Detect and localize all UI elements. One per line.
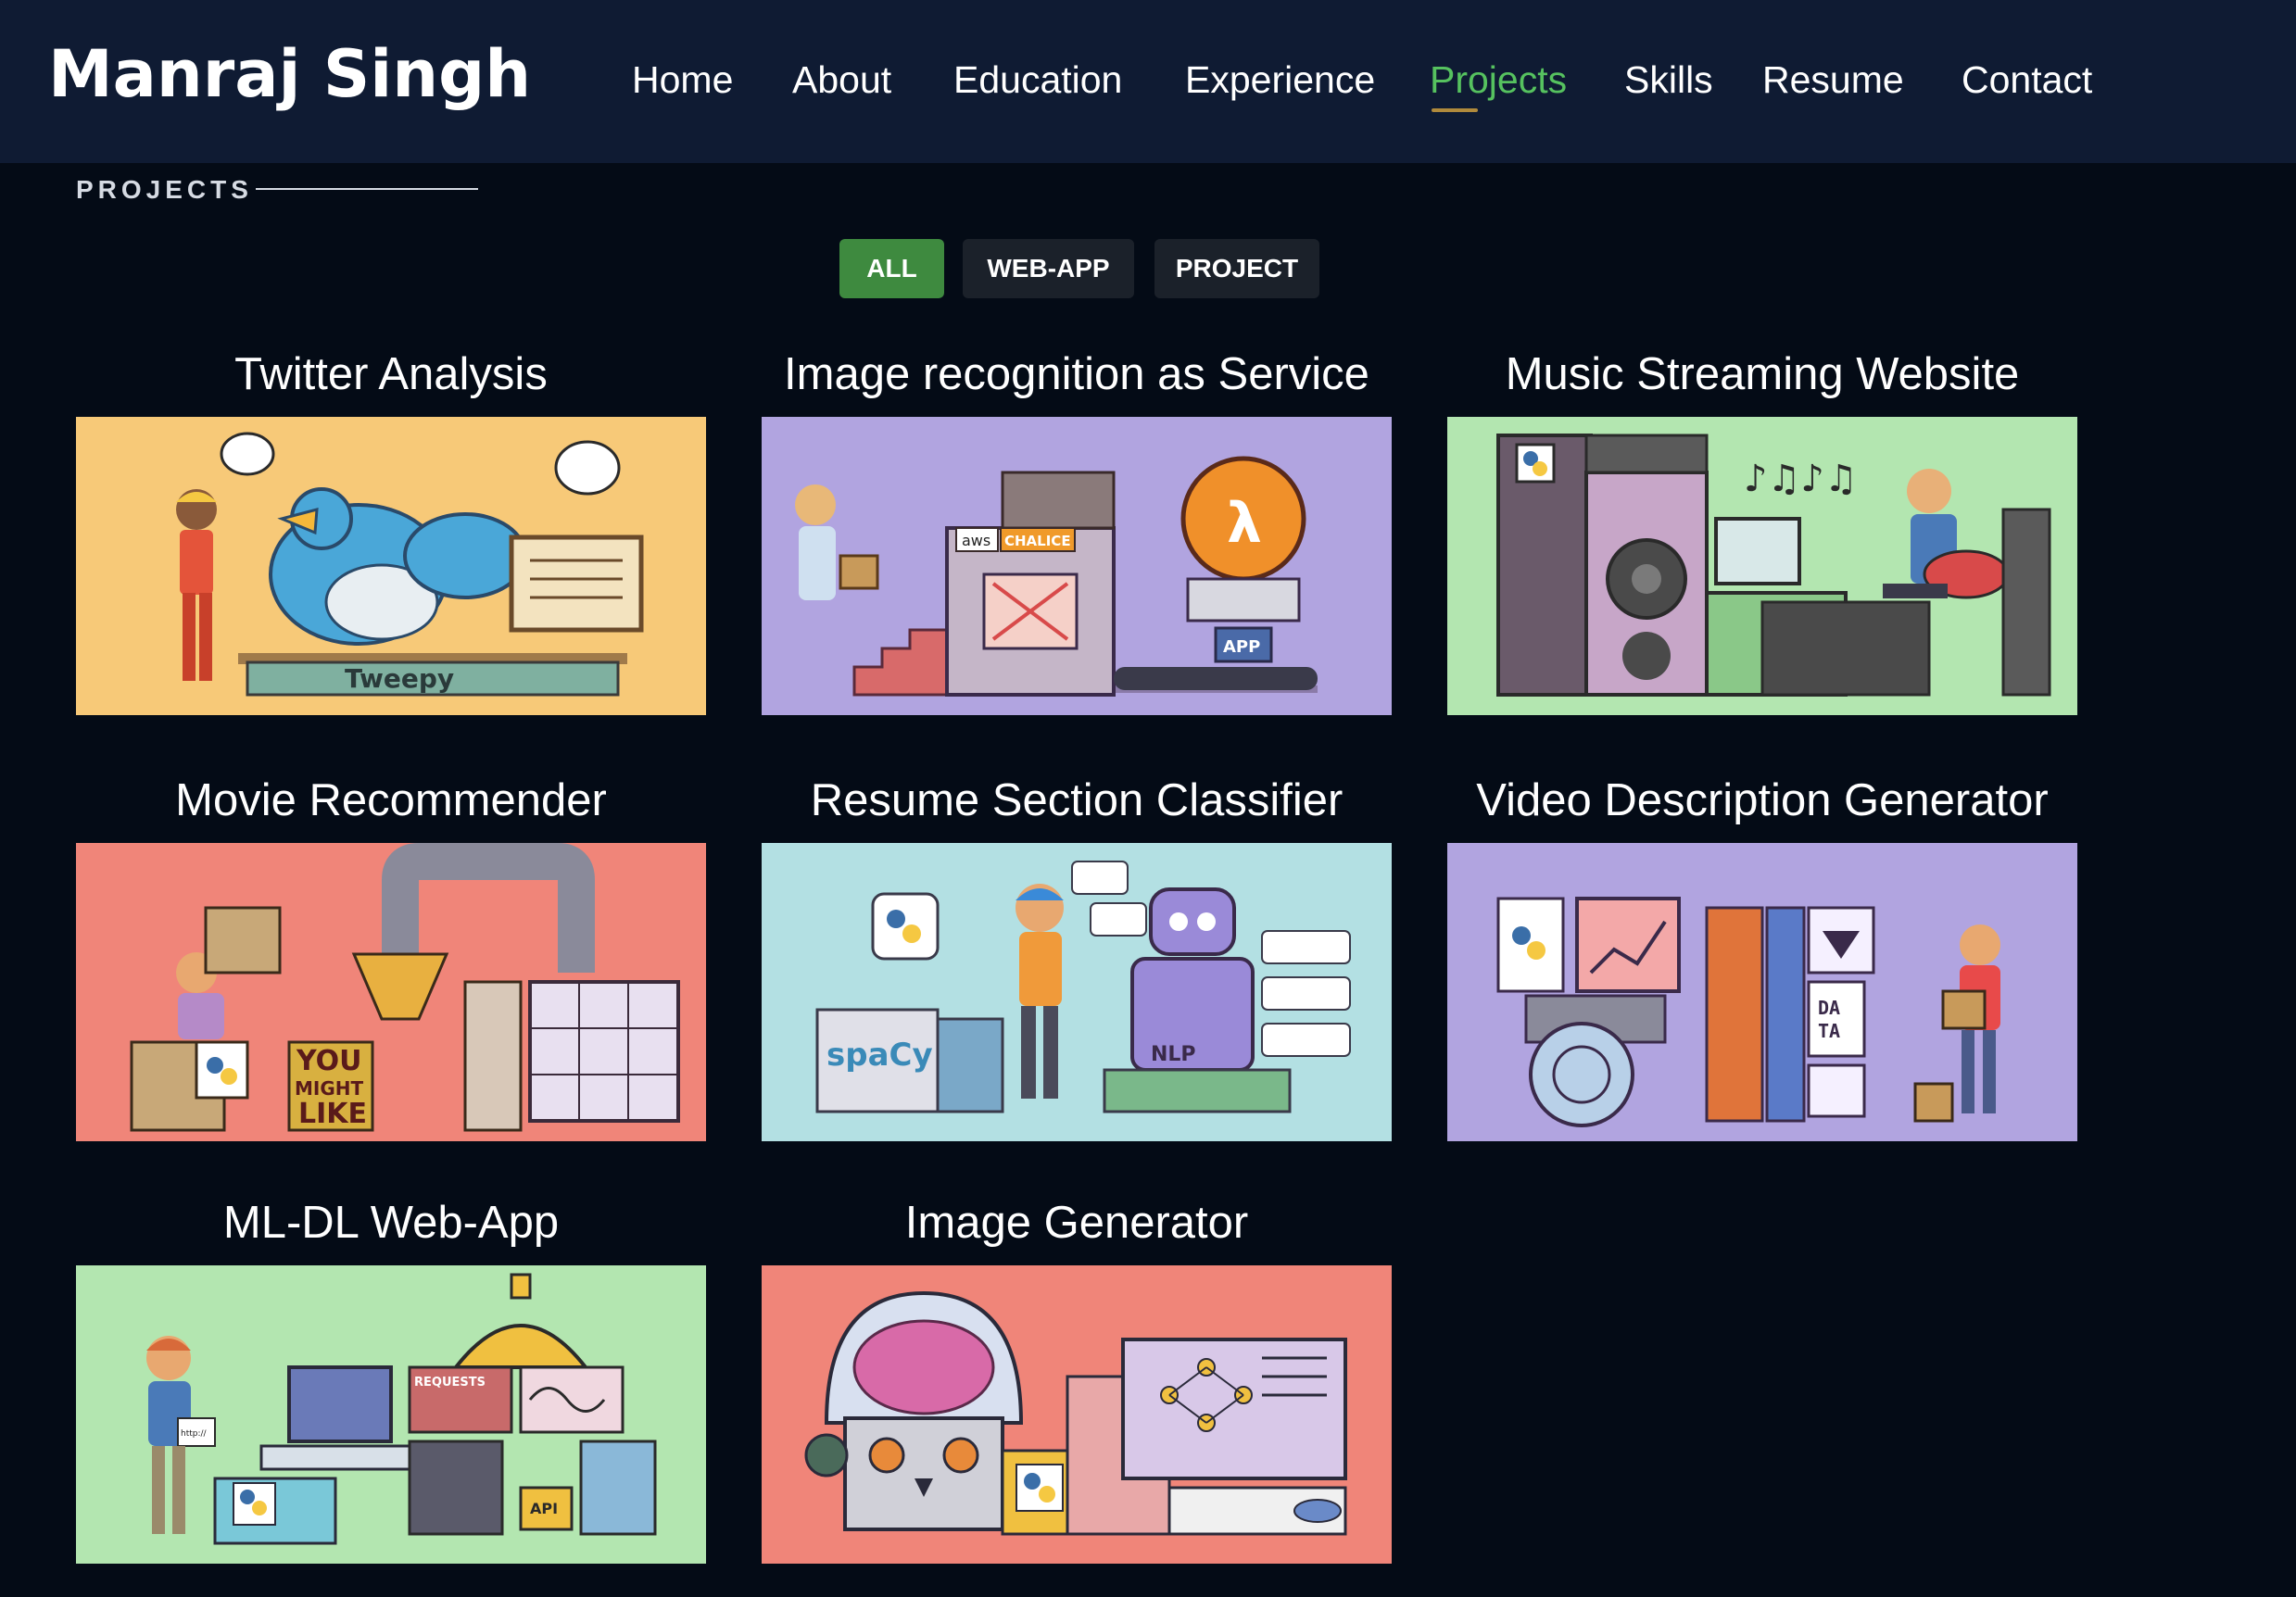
image-label: REQUESTS bbox=[414, 1376, 486, 1390]
video-data-illustration: DA TA bbox=[1447, 843, 2077, 1141]
image-label: CHALICE bbox=[1004, 533, 1071, 549]
project-image-image-generator[interactable] bbox=[762, 1265, 1392, 1564]
svg-text:♪♫♪♫: ♪♫♪♫ bbox=[1744, 458, 1858, 500]
nav-contact[interactable]: Contact bbox=[1962, 52, 2092, 107]
section-divider bbox=[256, 188, 478, 190]
music-speakers-illustration: ♪♫♪♫ bbox=[1447, 417, 2077, 715]
aws-lambda-illustration: aws CHALICE λ APP bbox=[762, 417, 1392, 715]
project-image-twitter-analysis[interactable]: Tweepy bbox=[76, 417, 706, 715]
filter-project-button[interactable]: PROJECT bbox=[1154, 239, 1319, 298]
project-title[interactable]: Image Generator bbox=[762, 1195, 1392, 1251]
project-image-ml-dl-web-app[interactable]: http:// REQUESTS API bbox=[76, 1265, 706, 1564]
project-image-image-recognition[interactable]: aws CHALICE λ APP bbox=[762, 417, 1392, 715]
nav-experience[interactable]: Experience bbox=[1185, 52, 1375, 107]
nav-skills[interactable]: Skills bbox=[1624, 52, 1713, 107]
project-title[interactable]: Image recognition as Service bbox=[762, 346, 1392, 402]
nav-resume[interactable]: Resume bbox=[1762, 52, 1904, 107]
twitter-bird-illustration: Tweepy bbox=[76, 417, 706, 715]
project-title[interactable]: ML-DL Web-App bbox=[76, 1195, 706, 1251]
image-label: YOU bbox=[296, 1045, 362, 1077]
image-label: LIKE bbox=[298, 1098, 367, 1130]
image-label: aws bbox=[962, 532, 990, 549]
image-label: http:// bbox=[181, 1429, 208, 1439]
project-image-movie-recommender[interactable]: YOU MIGHT LIKE bbox=[76, 843, 706, 1141]
project-title[interactable]: Movie Recommender bbox=[76, 773, 706, 828]
movie-machine-illustration: YOU MIGHT LIKE bbox=[76, 843, 706, 1141]
image-label: DA bbox=[1818, 997, 1840, 1019]
active-nav-indicator bbox=[1432, 108, 1478, 112]
project-title[interactable]: Twitter Analysis bbox=[76, 346, 706, 402]
filter-all-button[interactable]: ALL bbox=[839, 239, 944, 298]
image-label: MIGHT bbox=[295, 1077, 363, 1100]
nav-education[interactable]: Education bbox=[953, 52, 1122, 107]
site-header: Manraj Singh Home About Education Experi… bbox=[0, 0, 2296, 163]
nav-about[interactable]: About bbox=[792, 52, 891, 107]
site-logo[interactable]: Manraj Singh bbox=[48, 28, 531, 120]
filter-web-app-button[interactable]: WEB-APP bbox=[963, 239, 1134, 298]
nav-projects[interactable]: Projects bbox=[1430, 52, 1567, 107]
nav-home[interactable]: Home bbox=[632, 52, 733, 107]
project-image-music-streaming[interactable]: ♪♫♪♫ bbox=[1447, 417, 2077, 715]
image-label: λ bbox=[1227, 491, 1262, 556]
project-image-resume-classifier[interactable]: spaCy NLP bbox=[762, 843, 1392, 1141]
image-label: API bbox=[530, 1500, 558, 1517]
image-label: spaCy bbox=[826, 1037, 933, 1074]
section-label: PROJECTS bbox=[76, 175, 253, 204]
project-title[interactable]: Video Description Generator bbox=[1447, 773, 2077, 828]
project-title[interactable]: Music Streaming Website bbox=[1447, 346, 2077, 402]
project-image-video-description[interactable]: DA TA bbox=[1447, 843, 2077, 1141]
nlp-robot-illustration: spaCy NLP bbox=[762, 843, 1392, 1141]
web-app-illustration: http:// REQUESTS API bbox=[76, 1265, 706, 1564]
image-label: NLP bbox=[1151, 1043, 1196, 1066]
image-label: Tweepy bbox=[345, 663, 454, 694]
image-label: TA bbox=[1818, 1020, 1840, 1042]
project-title[interactable]: Resume Section Classifier bbox=[762, 773, 1392, 828]
image-label: APP bbox=[1223, 637, 1260, 657]
brain-robot-illustration bbox=[762, 1265, 1392, 1564]
